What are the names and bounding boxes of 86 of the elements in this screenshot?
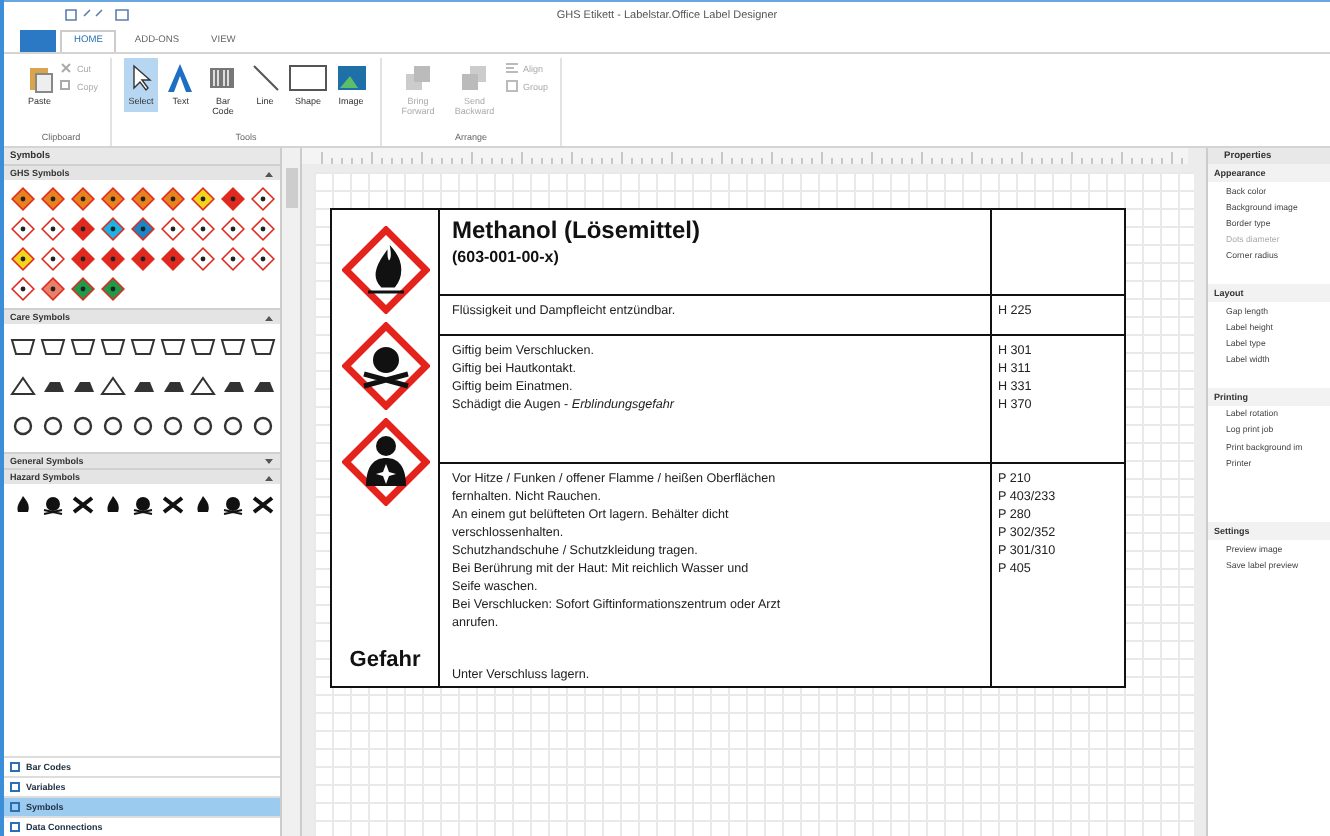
hazard-symbol-icon[interactable] [190,216,216,242]
hazard-symbol-icon[interactable] [250,186,276,212]
skull-icon [40,494,66,516]
hazard-symbol-icon[interactable] [10,246,36,272]
flame-pictogram-icon [341,226,429,314]
hazard-symbol-icon[interactable] [100,276,126,302]
hazard-symbol-icon[interactable] [250,246,276,272]
wash-basin-icon [220,336,246,356]
circle-symbol-icon [70,416,96,436]
iron-icon [160,376,186,396]
group-icon [506,80,519,92]
circle-symbol-icon [220,416,246,436]
wash-basin-icon [190,336,216,356]
hazard-symbol-icon[interactable] [220,216,246,242]
hazard-symbol-icon[interactable] [220,246,246,272]
hazard-symbol-icon[interactable] [160,186,186,212]
chevron-down-icon [264,457,274,465]
wash-basin-icon [250,336,276,356]
health-pictogram-icon [341,418,429,506]
hazard-symbol-icon[interactable] [160,246,186,272]
hazard-symbol-icon[interactable] [190,186,216,212]
circle-symbol-icon [160,416,186,436]
hazard-symbol-icon[interactable] [40,186,66,212]
hazard-symbol-icon[interactable] [70,276,96,302]
circle-symbol-icon [250,416,276,436]
circle-symbol-icon [100,416,126,436]
wash-basin-icon [10,336,36,356]
triangle-icon [190,376,216,396]
cross-icon [250,494,276,516]
text-icon [164,62,197,94]
barcode-icon [206,62,239,94]
hazard-symbol-icon[interactable] [250,216,276,242]
hazard-symbol-icon[interactable] [220,186,246,212]
cross-icon [70,494,96,516]
line-icon [249,62,282,94]
hazard-symbol-icon[interactable] [10,186,36,212]
chevron-up-icon [264,169,274,177]
hazard-symbol-icon[interactable] [100,186,126,212]
wash-basin-icon [160,336,186,356]
wash-basin-icon [70,336,96,356]
hazard-symbol-icon[interactable] [130,246,156,272]
chevron-up-icon [264,473,274,481]
circle-symbol-icon [130,416,156,436]
stack-icon [458,62,491,94]
scrollbar[interactable] [282,148,302,836]
hazard-symbol-icon[interactable] [70,246,96,272]
align-icon [506,62,519,74]
hazard-symbol-icon[interactable] [10,216,36,242]
wash-basin-icon [100,336,126,356]
copy-icon [60,80,73,92]
hazard-symbol-icon[interactable] [70,216,96,242]
wash-basin-icon [130,336,156,356]
hazard-symbol-icon[interactable] [160,216,186,242]
iron-icon [40,376,66,396]
chevron-up-icon [264,313,274,321]
rectangle-icon [288,62,329,94]
hazard-symbol-icon[interactable] [40,276,66,302]
substance-number: (603-001-00-x) [452,248,561,266]
triangle-icon [10,376,36,396]
cross-icon [160,494,186,516]
hazard-symbol-icon[interactable] [10,276,36,302]
hazard-symbol-icon[interactable] [130,216,156,242]
signal-word: Gefahr [349,648,421,672]
substance-name: Methanol (Lösemittel) [452,216,703,244]
hazard-symbol-icon[interactable] [40,246,66,272]
triangle-icon [100,376,126,396]
wash-basin-icon [40,336,66,356]
hazard-symbol-icon[interactable] [100,216,126,242]
image-icon [335,62,368,94]
iron-icon [70,376,96,396]
hazard-symbol-icon[interactable] [190,246,216,272]
iron-icon [220,376,246,396]
hazard-symbol-icon[interactable] [40,216,66,242]
iron-icon [130,376,156,396]
hazard-symbol-icon[interactable] [100,246,126,272]
circle-symbol-icon [190,416,216,436]
iron-icon [250,376,276,396]
circle-symbol-icon [40,416,66,436]
hazard-symbol-icon[interactable] [70,186,96,212]
scissors-icon [60,62,73,74]
stack-icon [402,62,435,94]
skull-icon [130,494,156,516]
skull-icon [220,494,246,516]
skull-pictogram-icon [341,322,429,410]
circle-symbol-icon [10,416,36,436]
hazard-symbol-icon[interactable] [130,186,156,212]
